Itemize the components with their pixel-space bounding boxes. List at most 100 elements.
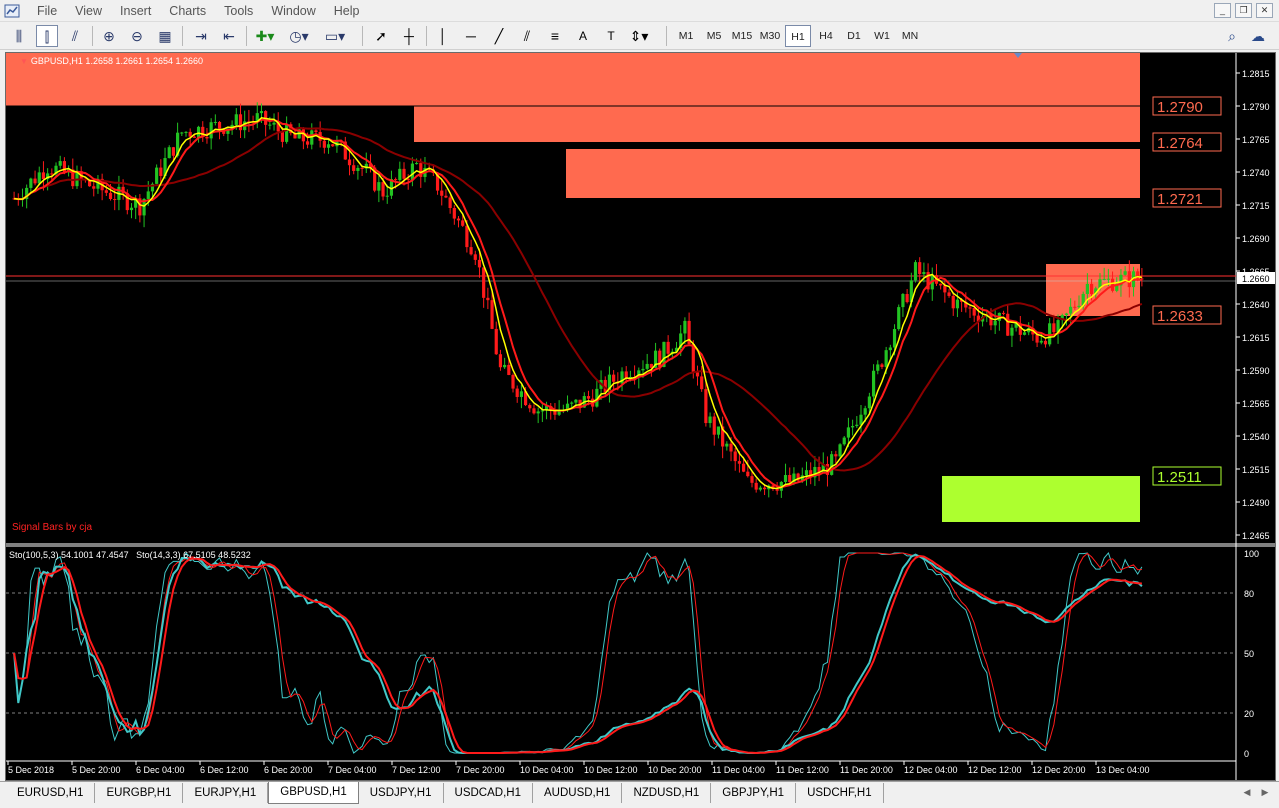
- menu-file[interactable]: File: [28, 0, 66, 22]
- candle-body: [888, 347, 892, 351]
- candle-body: [196, 126, 201, 138]
- text-icon[interactable]: A: [572, 25, 594, 47]
- time-tick-label: 7 Dec 20:00: [456, 765, 505, 775]
- tab-usdcad-h1[interactable]: USDCAD,H1: [443, 783, 533, 803]
- indicator-label: Signal Bars by cja: [12, 522, 93, 533]
- tab-audusd-h1[interactable]: AUDUSD,H1: [532, 783, 623, 803]
- timeframe-h1[interactable]: H1: [785, 25, 811, 47]
- candle-body: [280, 131, 285, 142]
- osc-tick-label: 50: [1244, 649, 1254, 659]
- candle-body: [913, 262, 918, 281]
- candle-body: [830, 454, 834, 475]
- candle-body: [285, 124, 289, 142]
- menu-charts[interactable]: Charts: [160, 0, 215, 22]
- collapse-triangle-icon[interactable]: ▼: [20, 57, 28, 66]
- app-icon: [4, 4, 20, 18]
- autoscroll-icon[interactable]: ⇥: [190, 25, 212, 47]
- crosshair-icon[interactable]: ┼: [398, 25, 420, 47]
- trendline-icon[interactable]: ╱: [488, 25, 510, 47]
- tab-gbpusd-h1[interactable]: GBPUSD,H1: [268, 782, 359, 804]
- timeframe-m5[interactable]: M5: [701, 25, 727, 47]
- candle-body: [708, 416, 712, 424]
- candle-body: [440, 190, 444, 196]
- menu-view[interactable]: View: [66, 0, 111, 22]
- text-label-icon[interactable]: T: [600, 25, 622, 47]
- osc-tick-label: 0: [1244, 749, 1249, 759]
- candle-body: [129, 207, 134, 211]
- vertical-line-icon[interactable]: │: [432, 25, 454, 47]
- time-tick-label: 12 Dec 04:00: [904, 765, 958, 775]
- timeframe-m1[interactable]: M1: [673, 25, 699, 47]
- periods-clock-icon[interactable]: ◷▾: [288, 25, 310, 47]
- candle-body: [943, 285, 947, 293]
- zoom-in-icon[interactable]: ⊕: [98, 25, 120, 47]
- chart-bar-icon[interactable]: ⫼: [8, 25, 30, 47]
- candle-body: [851, 426, 855, 428]
- tab-next-icon[interactable]: ▶: [1258, 787, 1272, 803]
- candlestick-icon[interactable]: ⫿: [36, 25, 58, 47]
- candle-body: [725, 443, 729, 447]
- candle-body: [360, 167, 364, 169]
- timeframe-m30[interactable]: M30: [757, 25, 783, 47]
- candle-body: [414, 163, 419, 165]
- tab-usdjpy-h1[interactable]: USDJPY,H1: [358, 783, 444, 803]
- menu-help[interactable]: Help: [325, 0, 369, 22]
- timeframe-h4[interactable]: H4: [813, 25, 839, 47]
- chart-shift-icon[interactable]: ⇤: [218, 25, 240, 47]
- level-label: 1.2633: [1157, 308, 1203, 325]
- cursor-icon[interactable]: ➚: [370, 25, 392, 47]
- tab-eurjpy-h1[interactable]: EURJPY,H1: [183, 783, 269, 803]
- support-zone: [942, 476, 1140, 522]
- candle-body: [1106, 278, 1110, 280]
- candle-body: [507, 364, 511, 375]
- candle-body: [842, 437, 846, 445]
- candle-body: [238, 114, 243, 131]
- candle-body: [482, 267, 486, 298]
- tab-prev-icon[interactable]: ◀: [1240, 787, 1254, 803]
- candle-body: [92, 186, 96, 189]
- horizontal-line-icon[interactable]: ─: [460, 25, 482, 47]
- candle-body: [968, 307, 972, 309]
- arrows-icon[interactable]: ⇕▾: [628, 25, 650, 47]
- candle-body: [356, 167, 360, 171]
- candle-body: [876, 364, 880, 371]
- zoom-out-icon[interactable]: ⊖: [126, 25, 148, 47]
- line-chart-icon[interactable]: ⫽: [64, 25, 86, 47]
- timeframe-w1[interactable]: W1: [869, 25, 895, 47]
- indicators-icon[interactable]: ✚▾: [254, 25, 276, 47]
- fibonacci-icon[interactable]: ≡: [544, 25, 566, 47]
- tab-eurgbp-h1[interactable]: EURGBP,H1: [95, 783, 184, 803]
- search-icon[interactable]: ⌕: [1222, 26, 1242, 46]
- candle-body: [846, 427, 851, 438]
- timeframe-m15[interactable]: M15: [729, 25, 755, 47]
- menu-tools[interactable]: Tools: [215, 0, 262, 22]
- candle-body: [385, 195, 389, 197]
- chart-canvas[interactable]: 1.2815 1.2790 1.2765 1.2740 1.2715 1.2690 1.26…: [6, 53, 1275, 780]
- tab-usdchf-h1[interactable]: USDCHF,H1: [796, 783, 884, 803]
- timeframe-mn[interactable]: MN: [897, 25, 923, 47]
- candle-body: [398, 168, 402, 181]
- timeframe-d1[interactable]: D1: [841, 25, 867, 47]
- chart-window[interactable]: 1.2815 1.2790 1.2765 1.2740 1.2715 1.2690 1.26…: [5, 52, 1276, 781]
- restore-icon[interactable]: ❐: [1235, 3, 1252, 18]
- tab-nzdusd-h1[interactable]: NZDUSD,H1: [622, 783, 712, 803]
- symbol-info-text: GBPUSD,H1 1.2658 1.2661 1.2654 1.2660: [30, 56, 204, 66]
- tile-windows-icon[interactable]: ▦: [154, 25, 176, 47]
- osc-tick-label: 100: [1244, 549, 1259, 559]
- tab-eurusd-h1[interactable]: EURUSD,H1: [6, 783, 96, 803]
- candle-body: [50, 173, 54, 175]
- minimize-icon[interactable]: _: [1214, 3, 1231, 18]
- chat-icon[interactable]: ☁: [1248, 26, 1268, 46]
- shift-marker-icon[interactable]: [1014, 53, 1022, 58]
- equidistant-channel-icon[interactable]: ⫽: [516, 25, 538, 47]
- candle-body: [867, 396, 871, 409]
- candle-body: [444, 195, 448, 198]
- menu-insert[interactable]: Insert: [111, 0, 160, 22]
- menu-window[interactable]: Window: [262, 0, 324, 22]
- resistance-zone-2: [414, 106, 1140, 142]
- close-icon[interactable]: ✕: [1256, 3, 1273, 18]
- templates-icon[interactable]: ▭▾: [324, 25, 346, 47]
- candle-body: [1085, 283, 1089, 294]
- candle-body: [947, 292, 951, 296]
- tab-gbpjpy-h1[interactable]: GBPJPY,H1: [711, 783, 797, 803]
